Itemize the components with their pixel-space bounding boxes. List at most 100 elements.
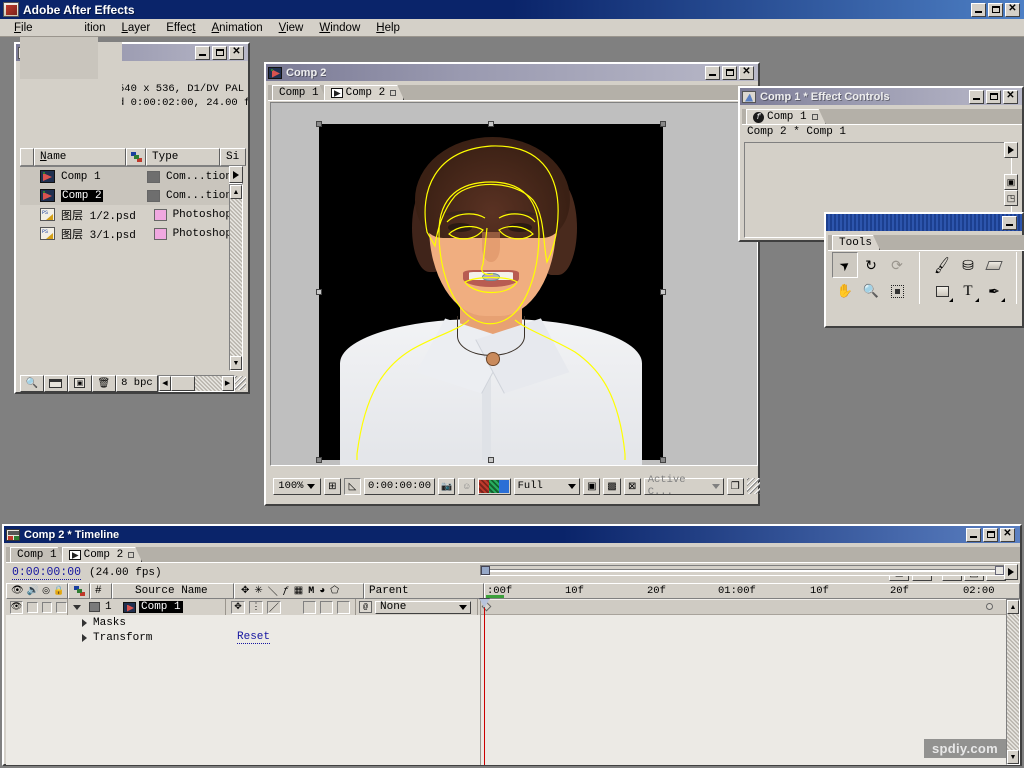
project-maximize-button[interactable] [212, 45, 227, 60]
selection-handle[interactable] [316, 457, 322, 463]
snapshot-icon[interactable]: 📷 [438, 477, 456, 495]
pen-tool[interactable]: ✒ [981, 278, 1007, 304]
motion-blur-icon[interactable]: M [308, 586, 314, 597]
orbit-camera-tool[interactable]: ⟳ [884, 252, 910, 278]
project-item-row[interactable]: Comp 2 Com...tion [20, 186, 232, 205]
composition-canvas[interactable] [319, 124, 663, 465]
3d-layer-icon[interactable]: ⬠ [330, 585, 339, 597]
project-item-row[interactable]: PS 图层 1/2.psd Photoshop [20, 205, 232, 224]
tab-options-icon[interactable] [128, 552, 134, 558]
project-item-list[interactable]: Comp 1 Com...tion Comp 2 Com...tion PS 图… [20, 166, 232, 371]
ec-flyout-button[interactable] [1004, 142, 1018, 158]
timeline-col-label[interactable] [68, 583, 90, 599]
timeline-tab-comp1[interactable]: Comp 1 [10, 547, 65, 562]
frame-blend-toggle[interactable] [320, 600, 333, 614]
comp-maximize-button[interactable] [722, 65, 737, 80]
tab-options-icon[interactable] [812, 114, 818, 120]
project-item-row[interactable]: PS 图层 3/1.psd Photoshop [20, 224, 232, 243]
quality-toggle[interactable]: ／ [267, 600, 281, 615]
project-col-size[interactable]: Si [220, 148, 246, 166]
timeline-maximize-button[interactable] [983, 527, 998, 542]
selection-handle[interactable] [660, 457, 666, 463]
search-icon[interactable]: 🔍 [20, 374, 44, 392]
layer-parent[interactable]: @ None [356, 599, 478, 615]
timeline-tab-comp2[interactable]: Comp 2 [62, 547, 143, 562]
timeline-vertical-scrollbar[interactable]: ▲ ▼ [1006, 599, 1020, 765]
shy-toggle[interactable]: ✥ [231, 600, 245, 614]
selection-handle[interactable] [316, 121, 322, 127]
project-close-button[interactable]: ✕ [229, 45, 244, 60]
menu-effect[interactable]: Effect [158, 20, 203, 36]
collapse-toggle[interactable]: ⋮ [249, 600, 263, 614]
resolution-dropdown[interactable]: Full [513, 477, 581, 495]
view-layout-dropdown[interactable]: Active C... [643, 474, 724, 498]
safe-zones-icon[interactable]: ⊞ [323, 477, 341, 495]
timeline-current-time[interactable]: 0:00:00:00 [12, 566, 82, 580]
parent-pick-whip-icon[interactable]: @ [359, 601, 372, 613]
color-depth-button[interactable]: 8 bpc [115, 374, 158, 392]
transform-reset-link[interactable]: Reset [234, 630, 304, 646]
timeline-playhead[interactable] [484, 599, 485, 765]
composition-viewer[interactable] [270, 102, 758, 466]
solo-icon[interactable]: ◎ [42, 586, 50, 596]
scroll-up-button[interactable]: ▲ [230, 185, 242, 199]
app-restore-button[interactable] [988, 2, 1003, 17]
timeline-flyout-button[interactable] [1004, 564, 1018, 580]
layer-source-name[interactable]: Comp 1 [120, 599, 226, 615]
comp-tab-comp1[interactable]: Comp 1 [272, 85, 327, 100]
selection-handle[interactable] [660, 121, 666, 127]
timeline-ruler[interactable]: :00f 10f 20f 01:00f 10f 20f 02:00 [484, 583, 1020, 599]
menu-composition[interactable]: ition [76, 20, 113, 36]
menu-file[interactable]: File [6, 20, 41, 36]
project-col-name[interactable]: Name [34, 148, 126, 166]
project-item-swatch[interactable] [146, 170, 160, 183]
audio-toggle[interactable] [27, 601, 38, 613]
effects-icon[interactable]: ✳ [254, 585, 262, 597]
shy-icon[interactable]: ✥ [241, 585, 249, 597]
work-area-end-handle[interactable] [995, 566, 1004, 575]
project-minimize-button[interactable] [195, 45, 210, 60]
hscroll-thumb[interactable] [171, 375, 195, 391]
selection-tool[interactable]: ➤ [832, 252, 858, 278]
timeline-minimize-button[interactable] [966, 527, 981, 542]
ec-reset-button[interactable]: ▣ [1004, 174, 1018, 190]
parent-dropdown[interactable]: None [375, 600, 471, 614]
hscroll-right-button[interactable]: ▶ [221, 375, 234, 391]
menu-help[interactable]: Help [368, 20, 408, 36]
project-col-label-icon[interactable] [126, 148, 146, 166]
resize-grip[interactable] [234, 376, 246, 390]
brush-tool[interactable]: 🖌 [929, 252, 955, 278]
layer-expand-arrow[interactable] [68, 599, 86, 615]
eye-icon[interactable]: 👁 [11, 585, 24, 597]
ec-fx-button[interactable]: ◳ [1004, 190, 1018, 206]
zoom-level-dropdown[interactable]: 100% [273, 477, 321, 495]
fx-icon[interactable]: ƒ [283, 586, 289, 597]
project-item-swatch[interactable] [153, 208, 167, 221]
tools-tab[interactable]: Tools [832, 235, 880, 250]
hscroll-left-button[interactable]: ◀ [159, 375, 171, 391]
zoom-tool[interactable]: 🔍 [858, 278, 884, 304]
project-item-swatch[interactable] [153, 227, 167, 240]
eye-icon[interactable]: 👁 [10, 600, 23, 614]
effects-toggle[interactable] [303, 600, 316, 614]
rotation-tool[interactable]: ↻ [858, 252, 884, 278]
project-vertical-scrollbar[interactable]: ▲ ▼ [229, 184, 243, 371]
project-col-type[interactable]: Type [146, 148, 220, 166]
timeline-col-number[interactable]: # [90, 583, 112, 599]
channels-icon[interactable] [478, 477, 511, 495]
mask-selection-tool[interactable] [884, 278, 910, 304]
timeline-scroll-up-button[interactable]: ▲ [1007, 600, 1019, 614]
menu-window[interactable]: Window [311, 20, 368, 36]
ec-close-button[interactable]: ✕ [1003, 89, 1018, 104]
work-area-bar[interactable] [480, 565, 1005, 576]
solo-toggle[interactable] [41, 601, 53, 613]
hand-tool[interactable]: ✋ [832, 278, 858, 304]
ec-minimize-button[interactable] [969, 89, 984, 104]
ec-tab-comp1[interactable]: f Comp 1 [746, 109, 826, 124]
quality-icon[interactable]: ＼ [268, 583, 278, 599]
timeline-col-parent[interactable]: Parent [364, 583, 484, 599]
lock-toggle[interactable] [56, 601, 68, 613]
app-minimize-button[interactable] [971, 2, 986, 17]
menu-layer[interactable]: Layer [113, 20, 158, 36]
motion-blur-toggle[interactable] [337, 600, 350, 614]
